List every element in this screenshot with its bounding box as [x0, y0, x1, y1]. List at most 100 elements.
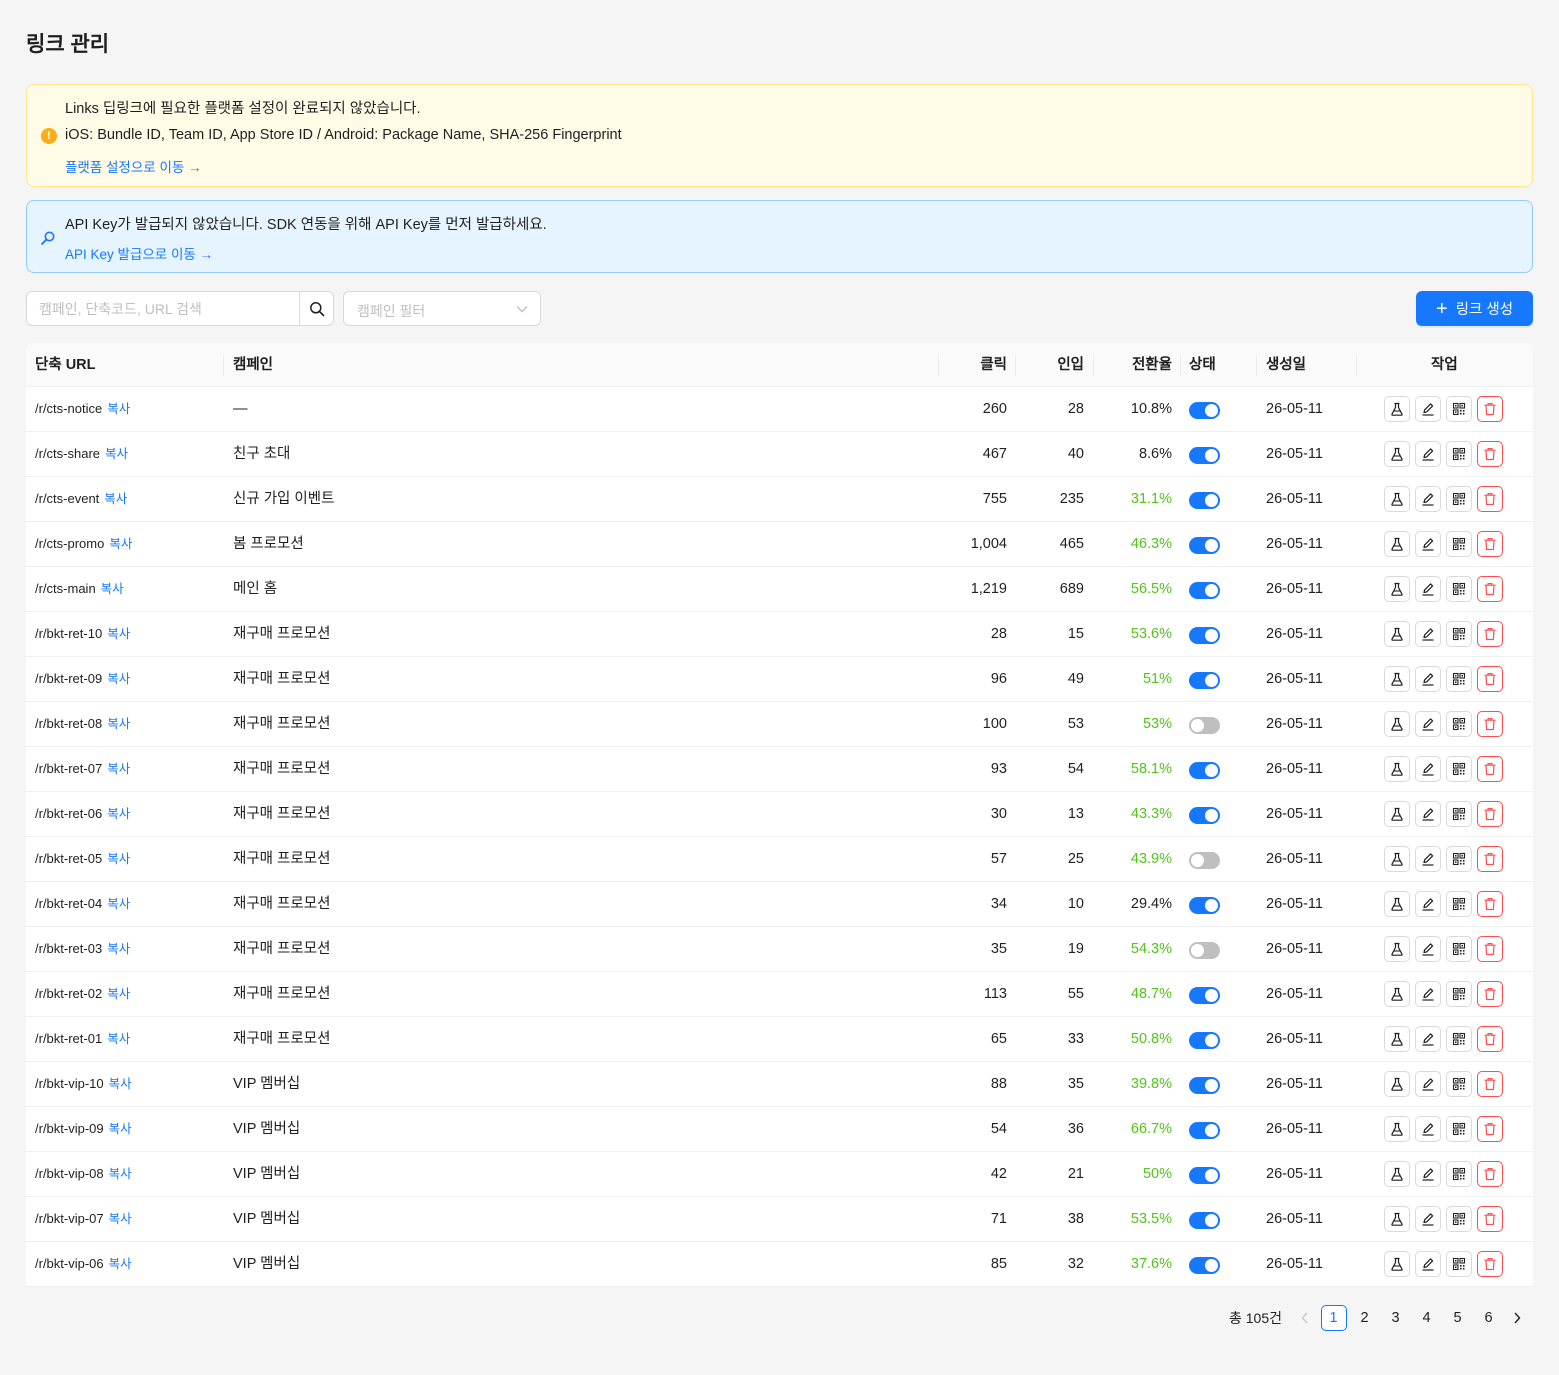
copy-url-button[interactable]: 복사	[109, 1077, 132, 1091]
test-link-button[interactable]	[1384, 1026, 1410, 1052]
status-toggle[interactable]	[1189, 807, 1220, 824]
copy-url-button[interactable]: 복사	[107, 1032, 130, 1046]
copy-url-button[interactable]: 복사	[107, 852, 130, 866]
edit-link-button[interactable]	[1415, 936, 1441, 962]
delete-link-button[interactable]	[1477, 576, 1503, 602]
copy-url-button[interactable]: 복사	[107, 717, 130, 731]
qrcode-button[interactable]	[1446, 531, 1472, 557]
header-created[interactable]: 생성일	[1266, 343, 1306, 387]
status-toggle[interactable]	[1189, 402, 1220, 419]
header-clicks[interactable]: 클릭	[980, 343, 1007, 387]
edit-link-button[interactable]	[1415, 756, 1441, 782]
edit-link-button[interactable]	[1415, 531, 1441, 557]
status-toggle[interactable]	[1189, 852, 1220, 869]
status-toggle[interactable]	[1189, 1077, 1220, 1094]
copy-url-button[interactable]: 복사	[107, 987, 130, 1001]
edit-link-button[interactable]	[1415, 396, 1441, 422]
qrcode-button[interactable]	[1446, 981, 1472, 1007]
edit-link-button[interactable]	[1415, 441, 1441, 467]
copy-url-button[interactable]: 복사	[104, 492, 127, 506]
qrcode-button[interactable]	[1446, 1026, 1472, 1052]
delete-link-button[interactable]	[1477, 1206, 1503, 1232]
test-link-button[interactable]	[1384, 936, 1410, 962]
delete-link-button[interactable]	[1477, 1116, 1503, 1142]
copy-url-button[interactable]: 복사	[107, 672, 130, 686]
copy-url-button[interactable]: 복사	[107, 897, 130, 911]
edit-link-button[interactable]	[1415, 801, 1441, 827]
qrcode-button[interactable]	[1446, 756, 1472, 782]
qrcode-button[interactable]	[1446, 891, 1472, 917]
copy-url-button[interactable]: 복사	[107, 402, 130, 416]
status-toggle[interactable]	[1189, 1167, 1220, 1184]
delete-link-button[interactable]	[1477, 441, 1503, 467]
test-link-button[interactable]	[1384, 1071, 1410, 1097]
delete-link-button[interactable]	[1477, 621, 1503, 647]
copy-url-button[interactable]: 복사	[109, 1212, 132, 1226]
copy-url-button[interactable]: 복사	[109, 1122, 132, 1136]
test-link-button[interactable]	[1384, 621, 1410, 647]
status-toggle[interactable]	[1189, 492, 1220, 509]
qrcode-button[interactable]	[1446, 711, 1472, 737]
qrcode-button[interactable]	[1446, 1161, 1472, 1187]
search-button[interactable]	[299, 292, 333, 325]
platform-settings-link[interactable]: 플랫폼 설정으로 이동 →	[65, 156, 202, 176]
status-toggle[interactable]	[1189, 1122, 1220, 1139]
delete-link-button[interactable]	[1477, 891, 1503, 917]
search-input[interactable]	[27, 292, 300, 325]
test-link-button[interactable]	[1384, 576, 1410, 602]
status-toggle[interactable]	[1189, 897, 1220, 914]
test-link-button[interactable]	[1384, 396, 1410, 422]
status-toggle[interactable]	[1189, 672, 1220, 689]
pagination-next-button[interactable]	[1504, 1305, 1530, 1331]
status-toggle[interactable]	[1189, 987, 1220, 1004]
test-link-button[interactable]	[1384, 891, 1410, 917]
edit-link-button[interactable]	[1415, 1026, 1441, 1052]
status-toggle[interactable]	[1189, 762, 1220, 779]
edit-link-button[interactable]	[1415, 1116, 1441, 1142]
qrcode-button[interactable]	[1446, 1206, 1472, 1232]
api-key-link[interactable]: API Key 발급으로 이동 →	[65, 243, 213, 263]
status-toggle[interactable]	[1189, 1032, 1220, 1049]
test-link-button[interactable]	[1384, 1161, 1410, 1187]
qrcode-button[interactable]	[1446, 396, 1472, 422]
status-toggle[interactable]	[1189, 1257, 1220, 1274]
edit-link-button[interactable]	[1415, 1071, 1441, 1097]
pagination-page-6[interactable]: 6	[1476, 1305, 1502, 1331]
delete-link-button[interactable]	[1477, 801, 1503, 827]
test-link-button[interactable]	[1384, 441, 1410, 467]
delete-link-button[interactable]	[1477, 756, 1503, 782]
pagination-page-2[interactable]: 2	[1352, 1305, 1378, 1331]
pagination-page-4[interactable]: 4	[1414, 1305, 1440, 1331]
qrcode-button[interactable]	[1446, 1071, 1472, 1097]
edit-link-button[interactable]	[1415, 981, 1441, 1007]
edit-link-button[interactable]	[1415, 666, 1441, 692]
campaign-filter-select[interactable]: 캠페인 필터	[343, 291, 541, 326]
qrcode-button[interactable]	[1446, 846, 1472, 872]
test-link-button[interactable]	[1384, 1116, 1410, 1142]
test-link-button[interactable]	[1384, 486, 1410, 512]
edit-link-button[interactable]	[1415, 1251, 1441, 1277]
status-toggle[interactable]	[1189, 627, 1220, 644]
qrcode-button[interactable]	[1446, 576, 1472, 602]
test-link-button[interactable]	[1384, 1251, 1410, 1277]
copy-url-button[interactable]: 복사	[107, 942, 130, 956]
edit-link-button[interactable]	[1415, 1161, 1441, 1187]
pagination-prev-button[interactable]	[1292, 1305, 1318, 1331]
test-link-button[interactable]	[1384, 666, 1410, 692]
status-toggle[interactable]	[1189, 537, 1220, 554]
qrcode-button[interactable]	[1446, 1251, 1472, 1277]
delete-link-button[interactable]	[1477, 981, 1503, 1007]
edit-link-button[interactable]	[1415, 576, 1441, 602]
copy-url-button[interactable]: 복사	[107, 627, 130, 641]
qrcode-button[interactable]	[1446, 666, 1472, 692]
edit-link-button[interactable]	[1415, 891, 1441, 917]
test-link-button[interactable]	[1384, 756, 1410, 782]
qrcode-button[interactable]	[1446, 801, 1472, 827]
header-rate[interactable]: 전환율	[1132, 343, 1172, 387]
copy-url-button[interactable]: 복사	[109, 1257, 132, 1271]
test-link-button[interactable]	[1384, 1206, 1410, 1232]
status-toggle[interactable]	[1189, 582, 1220, 599]
edit-link-button[interactable]	[1415, 621, 1441, 647]
delete-link-button[interactable]	[1477, 396, 1503, 422]
qrcode-button[interactable]	[1446, 936, 1472, 962]
